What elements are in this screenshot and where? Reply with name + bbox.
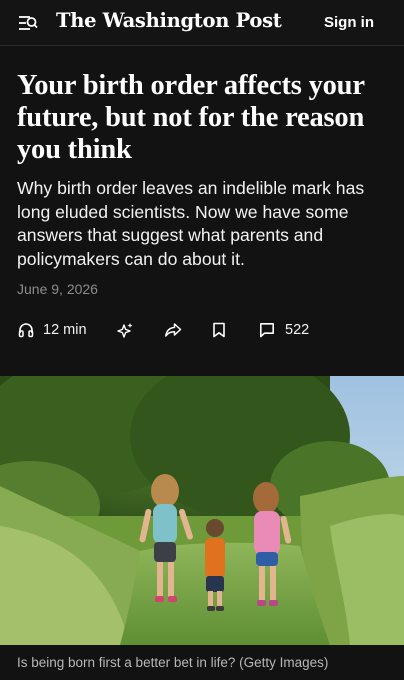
lead-image[interactable]	[0, 376, 404, 645]
article-headline: Your birth order affects your future, bu…	[17, 70, 365, 165]
article-date: June 9, 2026	[17, 281, 98, 297]
comments-button[interactable]: 522	[259, 322, 309, 338]
site-logo[interactable]: The Washington Post	[56, 9, 282, 32]
listen-button[interactable]: 12 min	[18, 322, 87, 338]
save-button[interactable]	[212, 322, 226, 338]
listen-duration: 12 min	[43, 322, 87, 338]
sign-in-button[interactable]: Sign in	[324, 14, 374, 31]
image-caption: Is being born first a better bet in life…	[17, 655, 329, 670]
menu-search-icon[interactable]	[18, 14, 38, 32]
top-bar: The Washington Post Sign in	[0, 0, 404, 46]
headphones-icon	[18, 322, 34, 338]
article-dek: Why birth order leaves an indelible mark…	[17, 178, 365, 269]
share-icon	[164, 322, 182, 338]
share-button[interactable]	[164, 322, 182, 338]
comment-icon	[259, 322, 275, 338]
ai-summary-button[interactable]	[116, 322, 134, 340]
comments-count: 522	[285, 322, 310, 338]
bookmark-icon	[212, 322, 226, 338]
sparkle-icon	[116, 322, 134, 340]
article-actions: 12 min 522	[0, 318, 404, 346]
